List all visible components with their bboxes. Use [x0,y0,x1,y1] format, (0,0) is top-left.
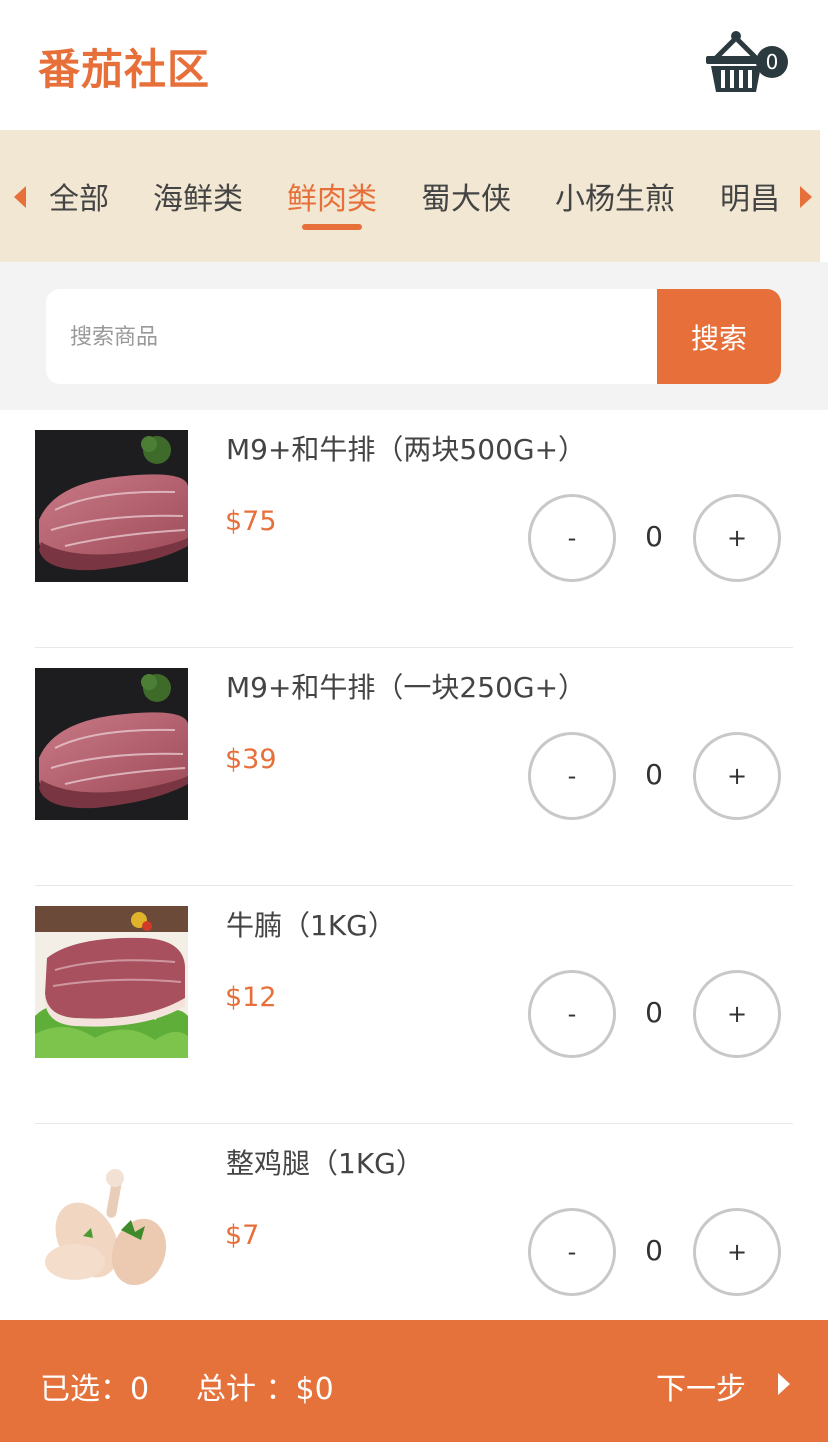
selected-count: 已选：0 [40,1372,150,1407]
search-area: 搜索 [0,262,828,410]
increase-button[interactable]: + [693,1208,781,1296]
decrease-button[interactable]: - [528,970,616,1058]
product-name: 牛腩（1KG） [226,909,396,942]
product-price: $12 [225,982,277,1013]
decrease-button[interactable]: - [528,494,616,582]
list-item: 整鸡腿（1KG） $7 - 0 + [0,1124,828,1320]
product-price: $7 [225,1220,260,1251]
caret-left-icon[interactable] [14,186,26,208]
increase-button[interactable]: + [693,732,781,820]
decrease-button[interactable]: - [528,1208,616,1296]
product-name: 整鸡腿（1KG） [226,1147,424,1180]
app-header: 番茄社区 0 [0,0,828,130]
list-item: 牛腩（1KG） $12 - 0 + [0,886,828,1124]
cart-count-badge: 0 [756,46,788,78]
quantity-value: 0 [645,1234,663,1267]
tab-shudaxia[interactable]: 蜀大侠 [421,174,511,218]
category-bar: 全部 海鲜类 鲜肉类 蜀大侠 小杨生煎 明昌 [0,130,820,262]
list-item: M9+和牛排（一块250G+） $39 - 0 + [0,648,828,886]
product-name: M9+和牛排（两块500G+） [226,433,587,466]
tab-mingchang[interactable]: 明昌 [720,174,780,218]
caret-right-icon[interactable] [800,186,812,208]
tab-seafood[interactable]: 海鲜类 [153,174,243,218]
active-tab-indicator [302,224,362,230]
search-button[interactable]: 搜索 [657,289,781,384]
tab-xiaoyang[interactable]: 小杨生煎 [555,174,675,218]
quantity-value: 0 [645,758,663,791]
product-image[interactable] [35,906,188,1058]
product-price: $39 [225,744,277,775]
next-step-button[interactable]: 下一步 [656,1364,746,1408]
total-amount: 总计 ：$0 [196,1372,334,1407]
category-tabs: 全部 海鲜类 鲜肉类 蜀大侠 小杨生煎 明昌 [40,174,788,234]
list-item: M9+和牛排（两块500G+） $75 - 0 + [0,410,828,648]
decrease-button[interactable]: - [528,732,616,820]
product-list: M9+和牛排（两块500G+） $75 - 0 + M9+和牛排（一块250G+… [0,410,828,1320]
tab-all[interactable]: 全部 [49,174,109,218]
app-logo[interactable]: 番茄社区 [38,36,210,97]
product-image[interactable] [35,668,188,820]
product-name: M9+和牛排（一块250G+） [226,671,587,704]
tab-fresh-meat[interactable]: 鲜肉类 [287,174,377,218]
quantity-value: 0 [645,996,663,1029]
product-image[interactable] [35,430,188,582]
checkout-bar: 已选：0 总计 ：$0 下一步 [0,1320,828,1442]
increase-button[interactable]: + [693,494,781,582]
search-input[interactable] [70,317,630,357]
increase-button[interactable]: + [693,970,781,1058]
caret-right-icon[interactable] [778,1373,790,1395]
search-box [46,289,658,384]
product-price: $75 [225,506,277,537]
product-image[interactable] [35,1144,188,1296]
quantity-value: 0 [645,520,663,553]
